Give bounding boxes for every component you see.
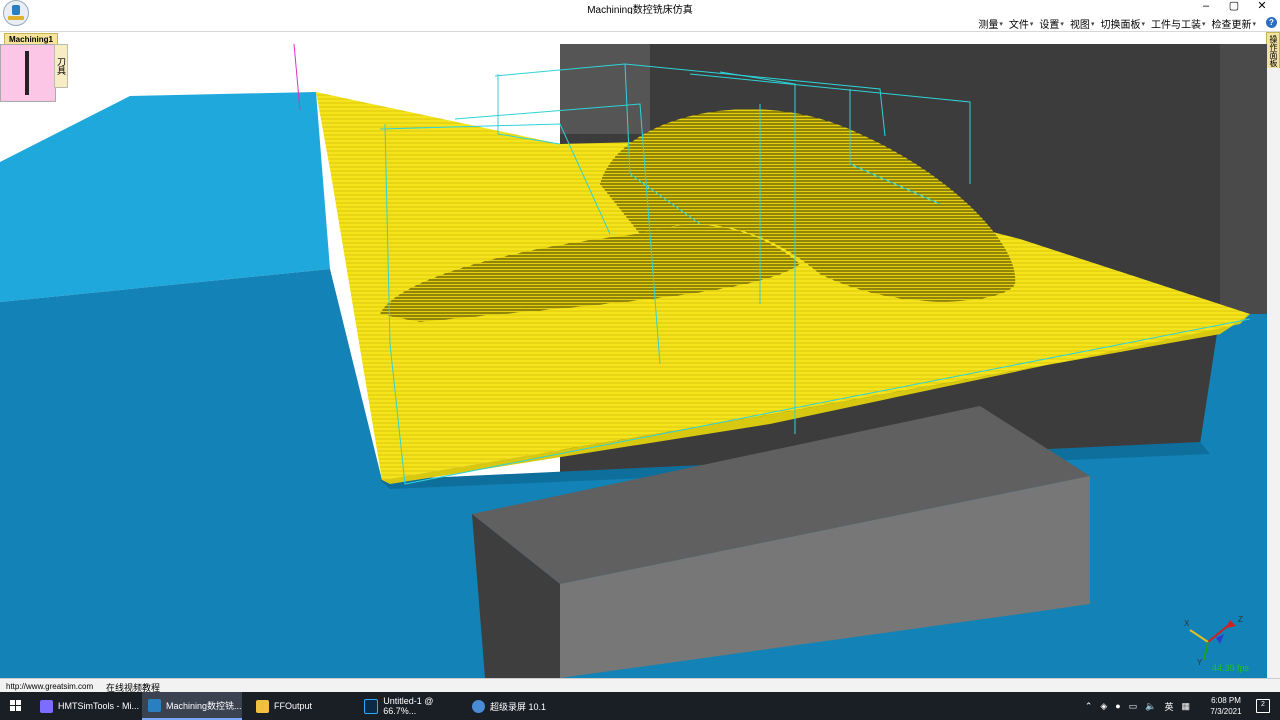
machining-icon [148, 698, 161, 712]
axis-label-y: Y [1197, 658, 1203, 667]
keyboard-icon[interactable]: ▦ [1181, 701, 1190, 712]
table-top [0, 92, 330, 302]
photoshop-icon [364, 698, 379, 714]
ime-indicator[interactable]: 英 [1164, 700, 1173, 713]
side-panel-strip [1266, 68, 1280, 680]
chevron-down-icon: ▾ [1060, 20, 1064, 28]
system-tray: ⌃ ◈ ● ▭ 🔈 英 ▦ [1085, 692, 1190, 720]
menu-settings[interactable]: 设置 ▾ [1039, 16, 1064, 31]
shield-icon[interactable]: ◈ [1100, 701, 1107, 712]
app-tray-icon[interactable]: ● [1115, 701, 1120, 711]
menu-switch-panel[interactable]: 切换面板 ▾ [1100, 16, 1145, 31]
taskbar-app-machining[interactable]: Machining数控铣... [142, 692, 242, 720]
close-button[interactable]: ✕ [1248, 0, 1276, 14]
taskbar-app-ffoutput[interactable]: FFOutput [250, 692, 356, 720]
3d-viewport[interactable]: X Z Y [0, 44, 1267, 678]
chevron-down-icon: ▾ [1029, 20, 1034, 28]
taskbar: HMTSimTools - Mi... Machining数控铣... FFOu… [0, 692, 1280, 720]
scene-svg [0, 44, 1267, 678]
website-link[interactable]: http://www.greatsim.com [6, 682, 93, 691]
title-bar: Machining数控铣床仿真 – ▢ ✕ [0, 0, 1280, 16]
clock-date: 7/3/2021 [1210, 707, 1242, 716]
infinity-icon [40, 699, 53, 713]
recorder-icon [472, 699, 485, 713]
side-panel-tab[interactable]: 操作面板 [1266, 32, 1280, 70]
taskbar-clock[interactable]: 6:08 PM 7/3/2021 [1204, 695, 1248, 717]
maximize-button[interactable]: ▢ [1220, 0, 1248, 14]
menu-workpiece[interactable]: 工件与工装 ▾ [1151, 16, 1206, 31]
windows-start-icon[interactable] [10, 700, 22, 712]
status-bar: http://www.greatsim.com 在线视频教程 [0, 678, 1280, 693]
fps-counter: 44.39 fps [1212, 663, 1250, 673]
chevron-down-icon: ▾ [1090, 20, 1095, 28]
chevron-down-icon: ▾ [1252, 20, 1256, 28]
document-tabs: Machining1 [0, 32, 1262, 45]
taskbar-app-hmtsimtools[interactable]: HMTSimTools - Mi... [34, 692, 140, 720]
clock-time: 6:08 PM [1211, 696, 1241, 705]
menu-bar: 测量 ▾ 文件 ▾ 设置 ▾ 视图 ▾ 切换面板 ▾ 工件与工装 ▾ 检查更新 ▾ ? [0, 14, 1280, 32]
taskbar-app-recorder[interactable]: 超级录屏 10.1 [466, 692, 572, 720]
end-mill-icon [25, 51, 29, 95]
notification-icon[interactable]: 2 [1256, 699, 1270, 713]
machine-column-left [560, 44, 650, 134]
chevron-down-icon: ▾ [1141, 20, 1145, 28]
menu-view[interactable]: 视图 ▾ [1070, 16, 1095, 31]
menu-check-update[interactable]: 检查更新 ▾ [1211, 16, 1256, 31]
minimize-button[interactable]: – [1192, 0, 1220, 14]
tool-thumbnail[interactable] [0, 44, 56, 102]
menu-file[interactable]: 文件 ▾ [1009, 16, 1034, 31]
chevron-up-icon[interactable]: ⌃ [1085, 701, 1093, 712]
help-icon[interactable]: ? [1266, 17, 1277, 28]
axis-label-z: Z [1238, 615, 1243, 624]
chevron-down-icon: ▾ [1201, 20, 1206, 28]
network-icon[interactable]: ▭ [1129, 701, 1138, 712]
axis-label-x: X [1184, 619, 1190, 628]
menu-measure[interactable]: 测量 ▾ [978, 16, 1003, 31]
taskbar-app-photoshop[interactable]: Untitled-1 @ 66.7%... [358, 692, 464, 720]
volume-icon[interactable]: 🔈 [1145, 701, 1156, 712]
app-logo-icon[interactable] [3, 0, 29, 26]
chevron-down-icon: ▾ [999, 20, 1003, 28]
folder-icon [256, 699, 269, 713]
tool-panel-label[interactable]: 刀具 [54, 44, 68, 88]
